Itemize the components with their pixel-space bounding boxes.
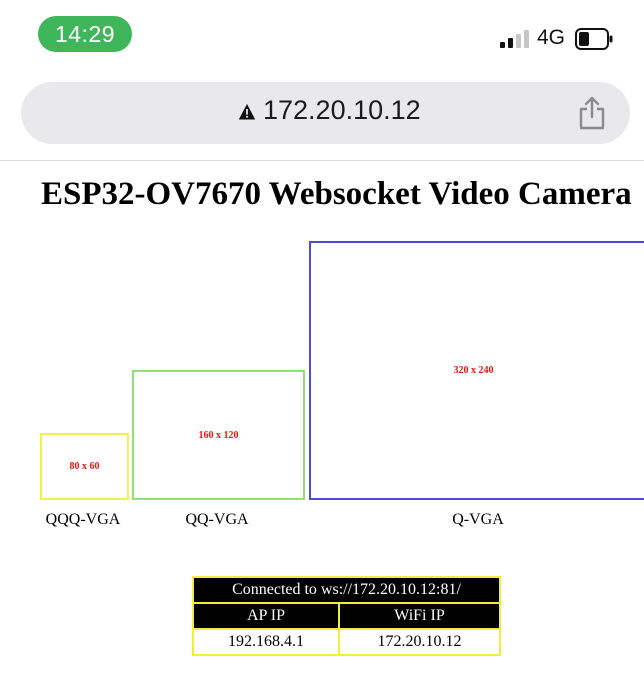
signal-icon bbox=[500, 28, 530, 48]
frame-size-label: 320 x 240 bbox=[453, 365, 494, 376]
frame-size-label: 80 x 60 bbox=[69, 461, 100, 472]
url-text[interactable]: 172.20.10.12 bbox=[263, 95, 421, 126]
battery-icon bbox=[575, 28, 613, 50]
page-title: ESP32-OV7670 Websocket Video Camera bbox=[41, 176, 632, 212]
frame-caption-qqq-vga: QQQ-VGA bbox=[45, 511, 121, 528]
video-frame-q-vga: 320 x 240 bbox=[309, 241, 644, 500]
status-bar: 14:29 4G bbox=[0, 0, 644, 70]
connection-status: Connected to ws://172.20.10.12:81/ bbox=[192, 576, 501, 604]
frame-size-label: 160 x 120 bbox=[198, 429, 239, 441]
video-frame-qqq-vga: 80 x 60 bbox=[40, 433, 129, 500]
video-frame-qq-vga: 160 x 120 bbox=[132, 370, 305, 500]
status-time[interactable]: 14:29 bbox=[38, 16, 132, 52]
network-type: 4G bbox=[537, 26, 566, 49]
share-icon[interactable] bbox=[578, 96, 606, 130]
ap-ip-header: AP IP bbox=[192, 602, 340, 630]
connection-table: Connected to ws://172.20.10.12:81/ AP IP… bbox=[192, 576, 502, 656]
ap-ip-value: 192.168.4.1 bbox=[192, 628, 340, 656]
frame-caption-q-vga: Q-VGA bbox=[452, 511, 504, 528]
wifi-ip-value: 172.20.10.12 bbox=[337, 628, 502, 656]
warning-icon bbox=[238, 104, 256, 120]
header-divider bbox=[0, 160, 644, 161]
frame-caption-qq-vga: QQ-VGA bbox=[185, 511, 249, 528]
wifi-ip-header: WiFi IP bbox=[337, 602, 502, 630]
